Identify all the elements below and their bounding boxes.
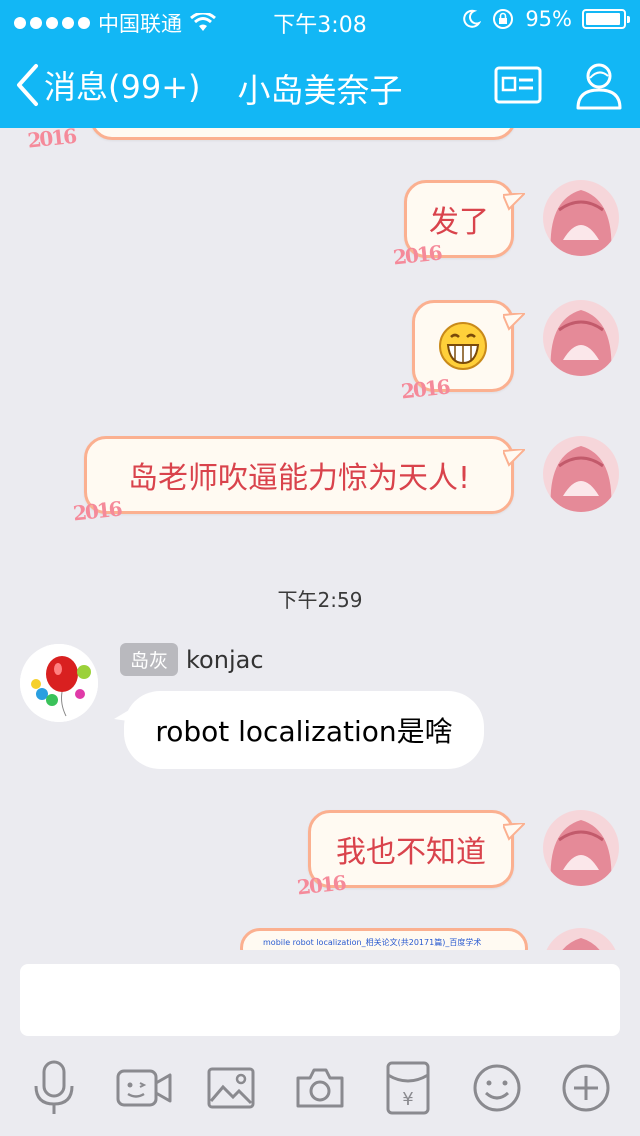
anime-girl-avatar-icon bbox=[543, 300, 619, 376]
message-bubble-sent[interactable]: 我也不知道 2016 bbox=[296, 810, 525, 899]
emoji-icon bbox=[473, 1064, 521, 1112]
avatar[interactable] bbox=[543, 180, 619, 256]
message-bubble-sent[interactable]: 岛老师吹逼能力惊为天人! 2016 bbox=[72, 436, 525, 525]
status-right: 95% bbox=[461, 7, 630, 31]
anime-girl-avatar-icon bbox=[543, 928, 619, 950]
microphone-icon bbox=[34, 1060, 74, 1114]
message-bubble-received[interactable]: robot localization是啥 bbox=[114, 691, 484, 769]
camera-button[interactable] bbox=[290, 1058, 350, 1118]
red-packet-button[interactable]: ¥ bbox=[378, 1058, 438, 1118]
voice-button[interactable] bbox=[24, 1058, 84, 1118]
avatar[interactable] bbox=[543, 928, 619, 950]
message-text: 我也不知道 bbox=[336, 835, 486, 870]
message-bubble-sent-emoji[interactable]: 2016 bbox=[400, 300, 525, 403]
anime-girl-avatar-icon bbox=[543, 180, 619, 256]
message-bubble-sent[interactable]: 发了 2016 bbox=[392, 180, 525, 269]
sender-row: 岛灰 konjac bbox=[120, 643, 264, 676]
message-input[interactable] bbox=[20, 964, 620, 1036]
sender-avatar[interactable] bbox=[20, 644, 98, 722]
chat-title: 小岛美奈子 bbox=[237, 71, 403, 110]
rotation-lock-icon bbox=[493, 9, 514, 29]
friend-profile-button[interactable] bbox=[572, 58, 626, 112]
profile-card-button[interactable] bbox=[494, 66, 542, 104]
moon-icon bbox=[463, 9, 482, 28]
sticker-2016: 2016 bbox=[391, 240, 442, 270]
grinning-face-icon bbox=[439, 322, 487, 370]
message-text: robot localization是啥 bbox=[155, 715, 453, 748]
camera-icon bbox=[296, 1068, 344, 1108]
video-call-icon bbox=[116, 1069, 172, 1107]
message-bubble-link[interactable]: mobile robot localization_相关论文(共20171篇)_… bbox=[240, 928, 528, 950]
sender-badge: 岛灰 bbox=[120, 643, 179, 676]
message-bubble-cutoff[interactable] bbox=[90, 128, 516, 140]
video-call-button[interactable] bbox=[114, 1058, 174, 1118]
battery-percent: 95% bbox=[525, 7, 572, 31]
anime-girl-avatar-icon bbox=[543, 436, 619, 512]
avatar[interactable] bbox=[543, 810, 619, 886]
composer: ¥ bbox=[0, 950, 640, 1136]
link-preview-text: mobile robot localization_相关论文(共20171篇)_… bbox=[263, 938, 482, 947]
bubble-tail bbox=[114, 707, 134, 721]
bubble-tail bbox=[503, 823, 525, 841]
nav-bar: 消息(99+) 小岛美奈子 bbox=[0, 40, 640, 128]
bubble-tail bbox=[503, 313, 525, 331]
battery-icon bbox=[582, 9, 630, 29]
sender-name[interactable]: konjac bbox=[186, 646, 264, 674]
avatar[interactable] bbox=[543, 300, 619, 376]
chat-list[interactable]: 2016 发了 2016 2016 岛老师吹逼能力惊为天人! 2016 下午2:… bbox=[0, 128, 640, 950]
sticker-2016: 2016 bbox=[26, 128, 77, 153]
image-icon bbox=[207, 1067, 255, 1109]
message-text: 岛老师吹逼能力惊为天人! bbox=[127, 461, 471, 496]
message-timestamp: 下午2:59 bbox=[277, 588, 363, 612]
bubble-tail bbox=[503, 449, 525, 467]
status-bar: 中国联通 下午3:08 95% bbox=[0, 0, 640, 40]
emoji-button[interactable] bbox=[467, 1058, 527, 1118]
anime-girl-avatar-icon bbox=[543, 810, 619, 886]
bubble-tail bbox=[503, 193, 525, 211]
more-button[interactable] bbox=[556, 1058, 616, 1118]
avatar[interactable] bbox=[543, 436, 619, 512]
sticker-2016: 2016 bbox=[295, 870, 346, 900]
sticker-2016: 2016 bbox=[399, 374, 450, 404]
message-text: 发了 bbox=[429, 205, 489, 240]
plus-icon bbox=[562, 1064, 610, 1112]
balloons-avatar-icon bbox=[20, 644, 98, 722]
sticker-2016: 2016 bbox=[71, 496, 122, 526]
red-packet-icon: ¥ bbox=[386, 1061, 430, 1115]
image-button[interactable] bbox=[201, 1058, 261, 1118]
header: 中国联通 下午3:08 95% 消息(99+) 小岛美奈子 bbox=[0, 0, 640, 128]
svg-text:¥: ¥ bbox=[402, 1089, 413, 1110]
